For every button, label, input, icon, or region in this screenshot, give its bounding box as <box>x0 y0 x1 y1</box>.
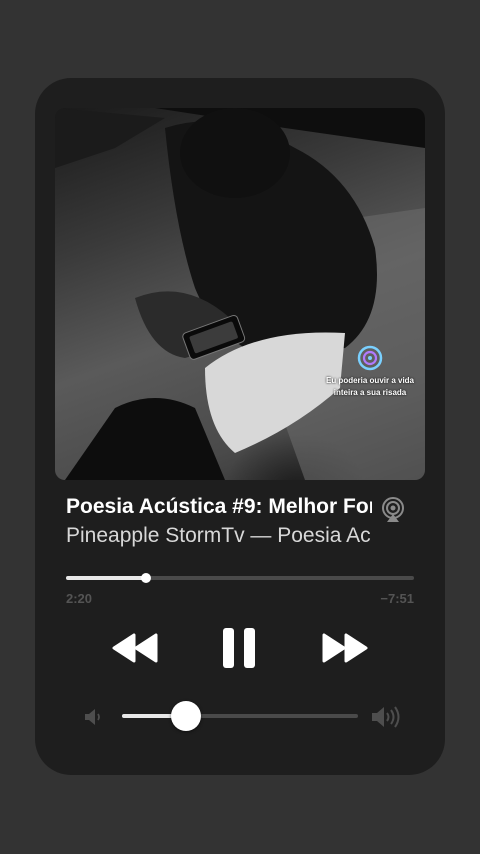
track-artist: Pineapple StormTv — Poesia Acústica <box>66 524 372 547</box>
volume-slider[interactable] <box>122 701 358 731</box>
volume-high-icon[interactable] <box>371 705 403 729</box>
spiral-logo-icon <box>357 345 383 371</box>
track-title: Poesia Acústica #9: Melhor Forma <box>66 495 372 518</box>
progress-fill <box>66 576 147 580</box>
volume-knob[interactable] <box>170 701 201 731</box>
rewind-icon[interactable] <box>112 633 160 663</box>
artwork-caption: Eu poderia ouvir a vida inteira a sua ri… <box>325 376 415 397</box>
fast-forward-icon[interactable] <box>320 633 368 663</box>
pause-icon[interactable] <box>220 626 258 670</box>
airplay-icon[interactable] <box>378 496 408 524</box>
progress-scrubber[interactable] <box>141 573 152 583</box>
volume-low-icon[interactable] <box>84 707 104 727</box>
progress-bar[interactable] <box>66 573 414 583</box>
remaining-time: −7:51 <box>380 591 414 606</box>
artwork-photo <box>55 108 425 480</box>
album-artwork: Eu poderia ouvir a vida inteira a sua ri… <box>55 108 425 480</box>
elapsed-time: 2:20 <box>66 591 93 606</box>
